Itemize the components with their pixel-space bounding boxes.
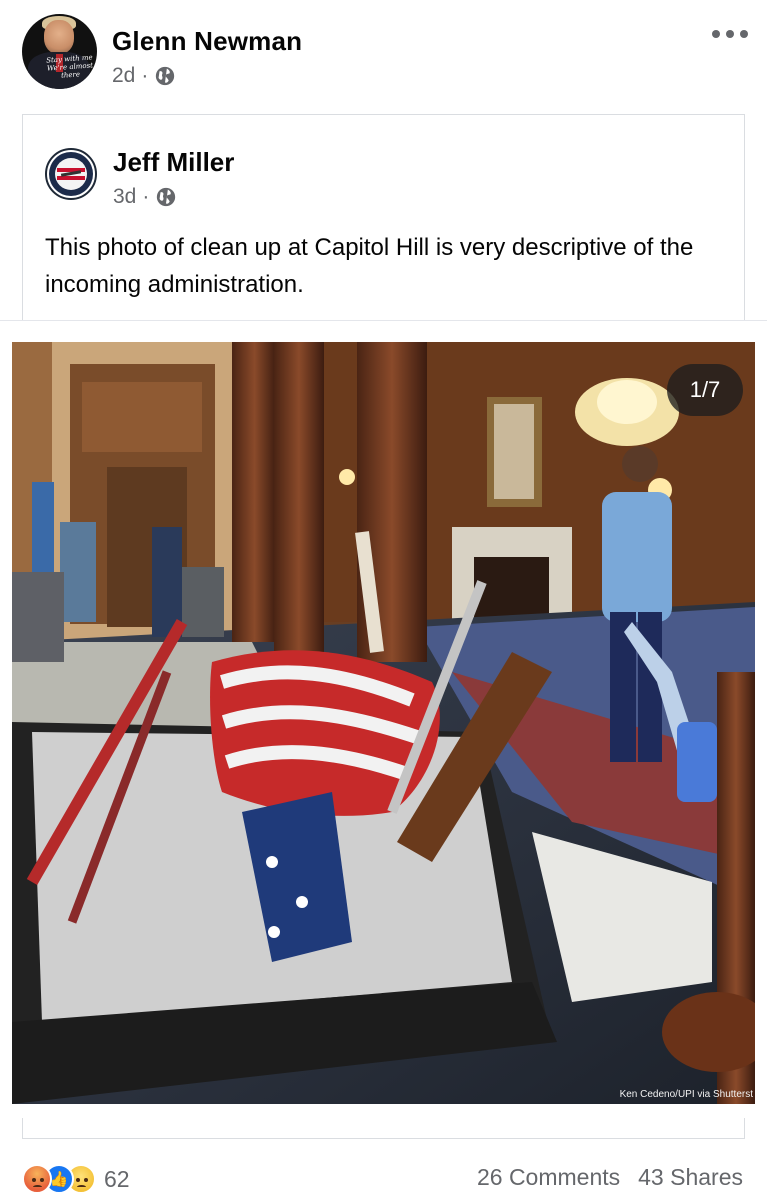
post-photo[interactable]: 1/7 Ken Cedeno/UPI via Shutterst — [12, 342, 755, 1104]
meta-separator: · — [142, 185, 150, 208]
more-options-button[interactable] — [712, 26, 748, 42]
shared-post-timestamp[interactable]: 3d — [113, 185, 136, 209]
photo-illustration — [12, 342, 755, 1104]
reaction-count[interactable]: 62 — [104, 1166, 130, 1193]
post-timestamp[interactable]: 2d — [112, 64, 135, 88]
reaction-summary[interactable]: 👍 62 — [22, 1164, 130, 1194]
more-dot — [740, 30, 748, 38]
post-meta: 2d · — [112, 64, 176, 88]
comments-count[interactable]: 26 Comments — [477, 1164, 620, 1191]
shared-author-avatar[interactable] — [45, 148, 97, 200]
more-dot — [726, 30, 734, 38]
shares-count[interactable]: 43 Shares — [638, 1164, 743, 1191]
shared-author-name[interactable]: Jeff Miller — [113, 147, 234, 178]
more-horizontal-icon — [712, 30, 720, 38]
photo-credit: Ken Cedeno/UPI via Shutterst — [619, 1089, 753, 1100]
globe-icon — [157, 187, 176, 207]
poster-avatar[interactable]: Stay with me We're almost there — [22, 14, 97, 89]
post-header: Stay with me We're almost there Glenn Ne… — [0, 0, 767, 110]
shared-post-meta: 3d · — [113, 185, 177, 209]
post-footer: 👍 62 26 Comments 43 Shares — [0, 1150, 767, 1200]
photo-counter: 1/7 — [667, 364, 743, 416]
globe-icon — [156, 66, 175, 86]
shared-post-text: This photo of clean up at Capitol Hill i… — [45, 234, 694, 298]
meta-separator: · — [141, 64, 149, 87]
poster-name[interactable]: Glenn Newman — [112, 26, 302, 57]
angry-reaction-icon — [22, 1164, 52, 1194]
avatar-caption: Stay with me We're almost there — [45, 53, 94, 80]
engagement-stats: 26 Comments 43 Shares — [477, 1164, 743, 1191]
